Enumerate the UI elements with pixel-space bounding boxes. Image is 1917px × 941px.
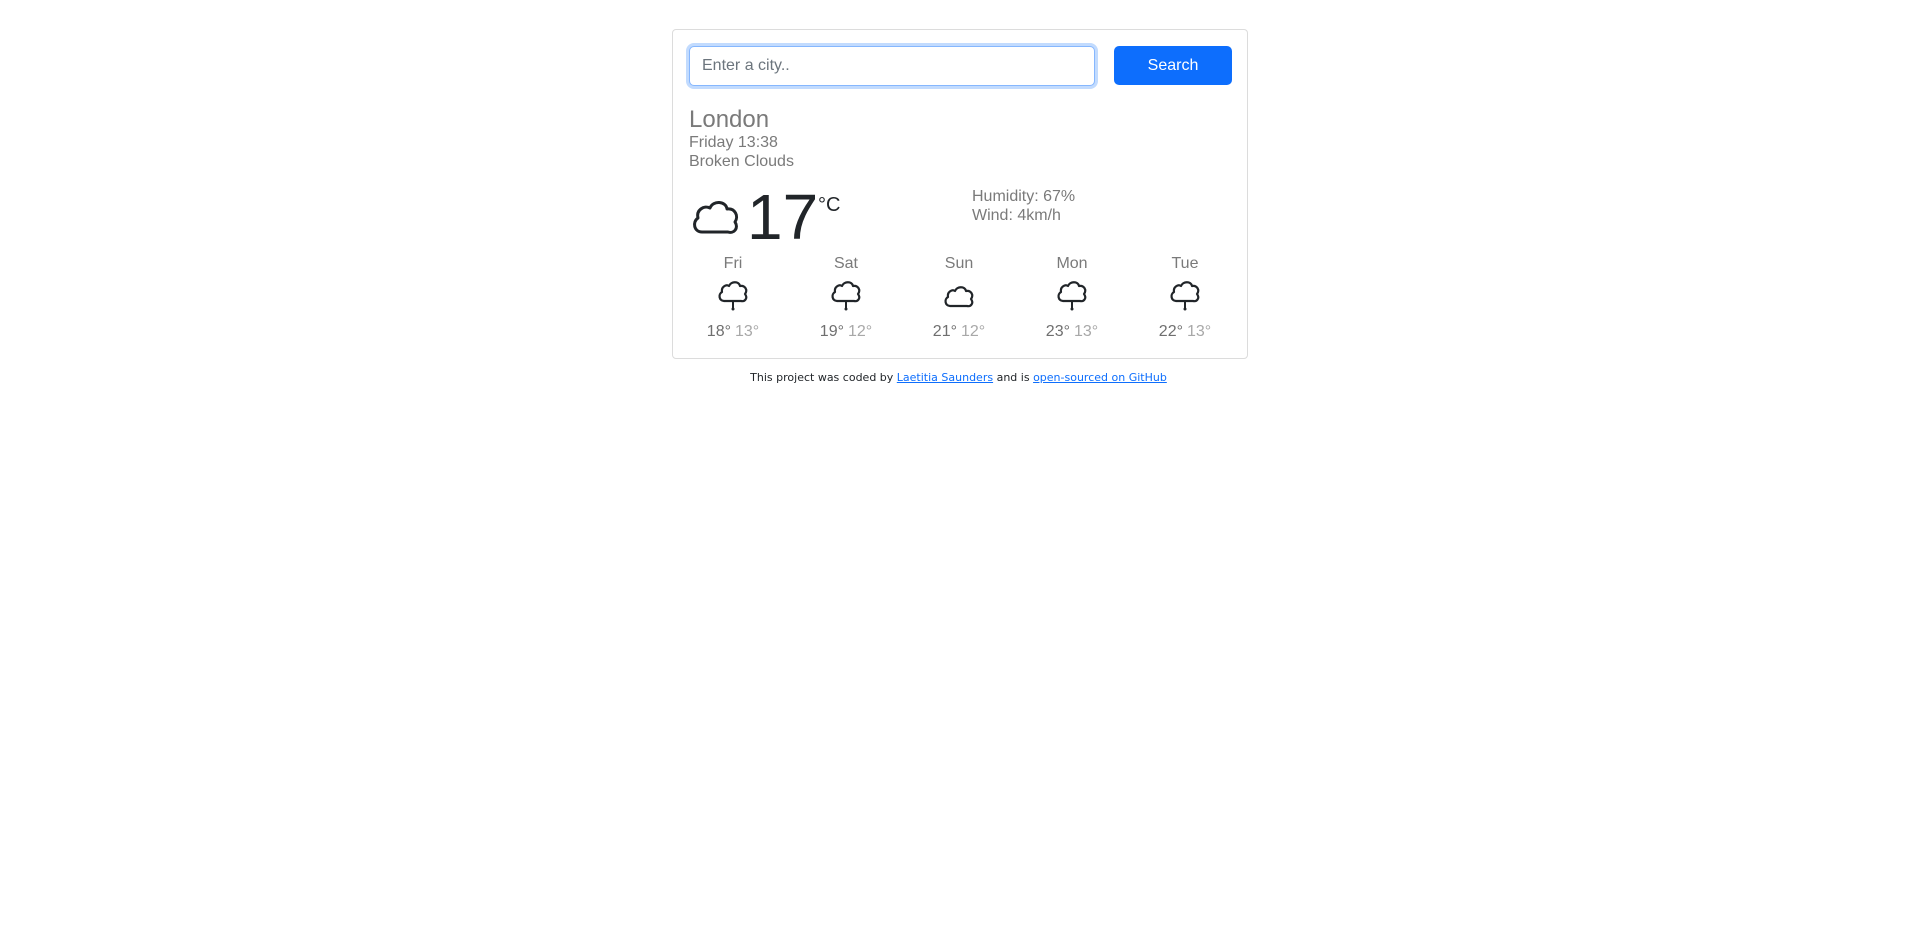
forecast-day: Sat 19° 12° [806,254,886,341]
forecast-day-name: Tue [1171,255,1199,272]
forecast-day: Sun 21° 12° [919,254,999,341]
forecast-day-name: Sun [944,255,974,272]
forecast-max-temp: 23° [1045,323,1070,340]
forecast-day: Mon 23° 13° [1032,254,1112,341]
forecast-min-temp: 13° [735,323,760,340]
forecast-min-temp: 13° [1074,323,1099,340]
wind-speed: Wind: 4km/h [972,207,1061,224]
forecast-day: Tue 22° 13° [1145,254,1225,341]
current-temperature: 17 [747,181,819,253]
weather-card: Search London Friday 13:38 Broken Clouds… [672,29,1248,359]
forecast-max-temp: 19° [819,323,844,340]
humidity: Humidity: 67% [972,188,1076,205]
forecast-min-temp: 12° [848,323,873,340]
forecast-min-temp: 13° [1187,323,1212,340]
forecast-day-name: Sat [833,255,858,272]
search-button[interactable]: Search [1114,46,1232,85]
footer-text: and is [996,371,1030,384]
forecast-day-name: Fri [723,255,743,272]
forecast-max-temp: 21° [932,323,957,340]
city-name: London [689,106,770,133]
author-link[interactable]: Laetitia Saunders [897,371,993,384]
footer-text: This project was coded by [750,371,894,384]
rain-cloud-icon [1170,281,1200,311]
forecast-min-temp: 12° [961,323,986,340]
temperature-unit-celsius[interactable]: °C [818,194,840,217]
rain-cloud-icon [831,281,861,311]
forecast-max-temp: 22° [1158,323,1183,340]
cloud-icon [693,201,739,234]
weather-description: Broken Clouds [689,153,794,170]
rain-cloud-icon [1057,281,1087,311]
footer: This project was coded by Laetitia Saund… [0,371,1917,384]
rain-cloud-icon [718,281,748,311]
forecast-max-temp: 18° [706,323,731,340]
forecast-day-name: Mon [1056,255,1088,272]
forecast: Fri 18° 13° Sat 19° 12° Sun 21° 12° Mon … [689,254,1233,344]
github-link[interactable]: open-sourced on GitHub [1033,371,1167,384]
cloud-icon [944,286,974,308]
search-input[interactable] [689,46,1095,86]
current-datetime: Friday 13:38 [689,134,778,151]
forecast-day: Fri 18° 13° [693,254,773,341]
